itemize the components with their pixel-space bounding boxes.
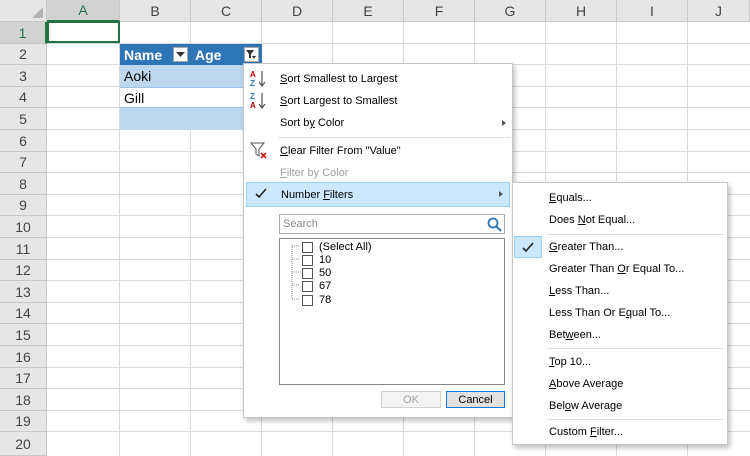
checkbox[interactable] xyxy=(302,254,313,266)
checkbox[interactable] xyxy=(302,280,313,292)
value-checklist[interactable]: (Select All) 10 50 67 78 xyxy=(279,238,505,385)
row-header-7[interactable]: 6 xyxy=(0,130,47,152)
search-input[interactable]: Search xyxy=(279,214,505,234)
less-than-item[interactable]: Less Than... xyxy=(513,280,727,302)
table-header-name-label: Name xyxy=(124,46,163,63)
row-header-12[interactable]: 11 xyxy=(0,238,47,260)
row-header-3[interactable]: 3 xyxy=(0,65,47,87)
table-header-age-label: Age xyxy=(195,46,222,63)
checklist-item[interactable]: 10 xyxy=(302,253,331,267)
filter-active-button[interactable] xyxy=(244,47,259,62)
row-header-11[interactable]: 10 xyxy=(0,216,47,238)
sort-by-color-item[interactable]: Sort by Color xyxy=(244,112,512,134)
checked-indicator xyxy=(514,236,542,258)
clear-filter-icon xyxy=(250,142,267,159)
column-header-b[interactable]: B xyxy=(120,0,191,22)
row-header-19[interactable]: 18 xyxy=(0,389,47,411)
row-header-10[interactable]: 9 xyxy=(0,195,47,216)
checklist-item[interactable]: (Select All) xyxy=(302,240,372,254)
table-header-age: Age xyxy=(191,44,262,65)
row-header-17[interactable]: 16 xyxy=(0,346,47,368)
number-filters-item[interactable]: Number Filters xyxy=(246,182,510,207)
column-header-h[interactable]: H xyxy=(546,0,617,22)
row-header-8[interactable]: 7 xyxy=(0,152,47,173)
checkmark-icon xyxy=(522,242,534,253)
checkmark-icon xyxy=(255,188,267,199)
chevron-down-icon xyxy=(176,51,185,57)
column-header-j[interactable]: J xyxy=(688,0,750,22)
table-cell-name[interactable]: Gill xyxy=(120,87,191,108)
greater-than-or-equal-item[interactable]: Greater Than Or Equal To... xyxy=(513,258,727,280)
row-header-21[interactable]: 20 xyxy=(0,432,47,456)
clear-filter-item[interactable]: Clear Filter From "Value" xyxy=(244,140,512,162)
row-header-2[interactable]: 2 xyxy=(0,44,47,65)
checkbox[interactable] xyxy=(302,294,313,306)
table-total-cell[interactable] xyxy=(120,108,191,130)
column-header-a[interactable]: A xyxy=(47,0,120,22)
filter-dropdown-button[interactable] xyxy=(173,47,188,62)
custom-filter-item[interactable]: Custom Filter... xyxy=(513,421,727,443)
search-icon xyxy=(487,217,502,232)
column-header-e[interactable]: E xyxy=(333,0,404,22)
row-header-13[interactable]: 12 xyxy=(0,260,47,281)
submenu-arrow-icon xyxy=(502,120,506,126)
filter-by-color-item[interactable]: Filter by Color xyxy=(244,162,512,184)
submenu-arrow-icon xyxy=(499,191,503,197)
filter-funnel-icon xyxy=(246,50,256,59)
sort-descending-icon: Z A xyxy=(250,92,266,110)
svg-text:A: A xyxy=(250,101,256,110)
menu-separator xyxy=(547,419,725,420)
row-header-1[interactable]: 1 xyxy=(0,22,47,44)
sort-ascending-icon: A Z xyxy=(250,70,266,88)
table-header-name: Name xyxy=(120,44,191,65)
column-header-i[interactable]: I xyxy=(617,0,688,22)
table-cell-name[interactable]: Aoki xyxy=(120,65,191,87)
row-header-5[interactable]: 4 xyxy=(0,87,47,108)
row-header-16[interactable]: 15 xyxy=(0,324,47,346)
ok-button[interactable]: OK xyxy=(381,391,441,408)
column-header-f[interactable]: F xyxy=(404,0,475,22)
checklist-item[interactable]: 67 xyxy=(302,279,331,293)
less-than-or-equal-item[interactable]: Less Than Or Equal To... xyxy=(513,302,727,324)
row-header-14[interactable]: 13 xyxy=(0,281,47,303)
sort-descending-item[interactable]: Z A Sort Largest to Smallest xyxy=(244,90,512,112)
column-header-c[interactable]: C xyxy=(191,0,262,22)
checkbox[interactable] xyxy=(302,241,313,253)
menu-separator xyxy=(547,348,725,349)
checklist-item[interactable]: 78 xyxy=(302,293,331,307)
below-average-item[interactable]: Below Average xyxy=(513,395,727,417)
checkbox[interactable] xyxy=(302,267,313,279)
cancel-button[interactable]: Cancel xyxy=(446,391,505,408)
equals-item[interactable]: Equals... xyxy=(513,187,727,209)
greater-than-item[interactable]: Greater Than... xyxy=(513,236,727,258)
number-filters-submenu: Equals... Does Not Equal... Greater Than… xyxy=(512,182,728,445)
above-average-item[interactable]: Above Average xyxy=(513,373,727,395)
column-header-d[interactable]: D xyxy=(262,0,333,22)
svg-text:A: A xyxy=(250,70,256,79)
row-header-20[interactable]: 19 xyxy=(0,411,47,432)
select-all-corner[interactable] xyxy=(0,0,47,22)
row-header-6[interactable]: 5 xyxy=(0,108,47,130)
between-item[interactable]: Between... xyxy=(513,324,727,346)
top-10-item[interactable]: Top 10... xyxy=(513,351,727,373)
sort-ascending-item[interactable]: A Z Sort Smallest to Largest xyxy=(244,68,512,90)
column-header-g[interactable]: G xyxy=(475,0,546,22)
menu-separator xyxy=(547,234,725,235)
autofilter-menu: A Z Sort Smallest to Largest Z A Sort La… xyxy=(243,63,513,418)
active-cell-a1[interactable] xyxy=(47,21,120,43)
menu-separator xyxy=(278,137,510,138)
svg-text:Z: Z xyxy=(250,79,255,88)
svg-text:Z: Z xyxy=(250,92,255,101)
checklist-item[interactable]: 50 xyxy=(302,266,331,280)
row-header-9[interactable]: 8 xyxy=(0,173,47,195)
row-header-18[interactable]: 17 xyxy=(0,368,47,389)
does-not-equal-item[interactable]: Does Not Equal... xyxy=(513,209,727,231)
row-header-15[interactable]: 14 xyxy=(0,303,47,324)
